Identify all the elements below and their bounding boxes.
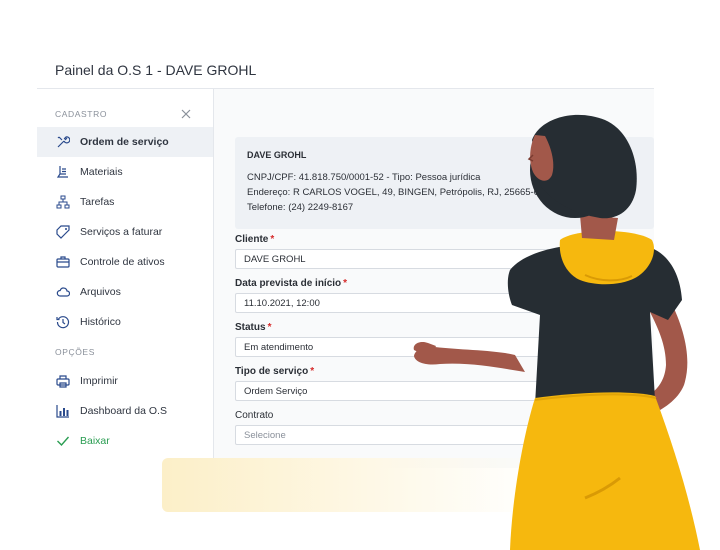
check-icon	[56, 434, 70, 448]
close-icon[interactable]	[180, 108, 192, 120]
sidebar-item-label: Serviços a faturar	[80, 226, 163, 238]
sidebar-item-label: Ordem de serviço	[80, 136, 169, 148]
tasks-icon	[56, 195, 70, 209]
cloud-icon	[56, 285, 70, 299]
sidebar-item-historico[interactable]: Histórico	[37, 307, 213, 337]
sidebar: CADASTRO Ordem de serviço Materiais Tare…	[37, 89, 214, 468]
contrato-label: Contrato	[235, 410, 274, 421]
sidebar-item-label: Baixar	[80, 435, 110, 447]
history-icon	[56, 315, 70, 329]
sidebar-item-imprimir[interactable]: Imprimir	[37, 366, 213, 396]
tools-icon	[56, 135, 70, 149]
printer-icon	[56, 374, 70, 388]
tipo-servico-label: Tipo de serviço *	[235, 366, 315, 377]
sidebar-item-label: Materiais	[80, 166, 123, 178]
sidebar-item-tarefas[interactable]: Tarefas	[37, 187, 213, 217]
sidebar-item-label: Imprimir	[80, 375, 118, 387]
sidebar-item-servicos-a-faturar[interactable]: Serviços a faturar	[37, 217, 213, 247]
briefcase-icon	[56, 255, 70, 269]
tag-icon	[56, 225, 70, 239]
chart-icon	[56, 404, 70, 418]
sidebar-item-arquivos[interactable]: Arquivos	[37, 277, 213, 307]
section-title-cadastro: CADASTRO	[55, 109, 108, 119]
sidebar-item-label: Arquivos	[80, 286, 121, 298]
client-name: DAVE GROHL	[247, 150, 307, 160]
page-title: Painel da O.S 1 - DAVE GROHL	[55, 62, 257, 78]
sidebar-item-baixar[interactable]: Baixar	[37, 426, 213, 456]
sidebar-item-label: Tarefas	[80, 196, 115, 208]
sidebar-item-controle-de-ativos[interactable]: Controle de ativos	[37, 247, 213, 277]
cliente-label: Cliente *	[235, 234, 275, 245]
sidebar-item-dashboard[interactable]: Dashboard da O.S	[37, 396, 213, 426]
sidebar-item-label: Dashboard da O.S	[80, 405, 167, 417]
woman-illustration	[413, 114, 700, 550]
data-prevista-label: Data prevista de início *	[235, 278, 348, 289]
sidebar-item-label: Controle de ativos	[80, 256, 165, 268]
sidebar-item-label: Histórico	[80, 316, 121, 328]
sidebar-item-materiais[interactable]: Materiais	[37, 157, 213, 187]
status-label: Status *	[235, 322, 272, 333]
sidebar-item-ordem-de-servico[interactable]: Ordem de serviço	[37, 127, 213, 157]
materials-icon	[56, 165, 70, 179]
client-phone: Telefone: (24) 2249-8167	[247, 202, 354, 213]
section-title-opcoes: OPÇÕES	[55, 347, 95, 357]
